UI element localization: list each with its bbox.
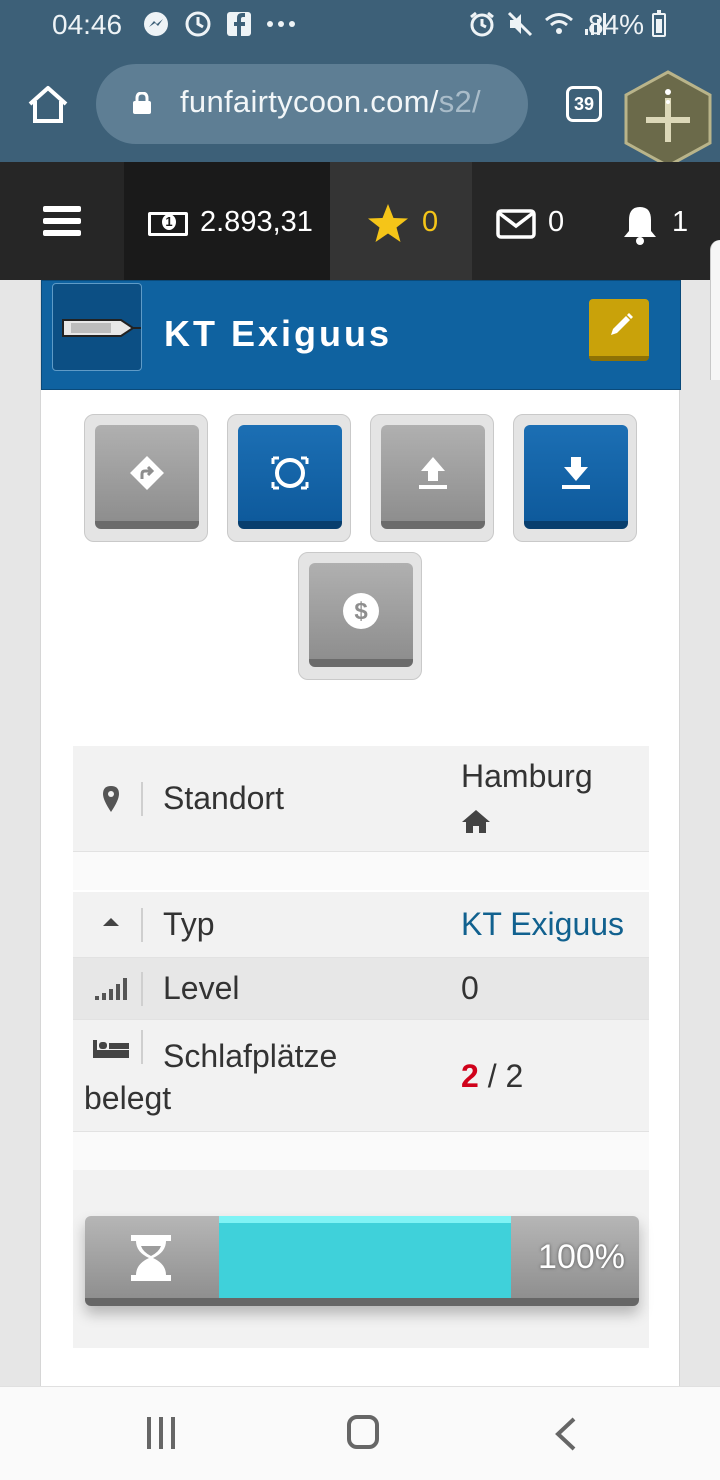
type-link[interactable]: KT Exiguus <box>461 906 624 943</box>
home-icon[interactable] <box>26 84 70 124</box>
location-row: Standort Hamburg <box>73 746 649 852</box>
divider <box>141 908 143 942</box>
signal-bars-icon <box>95 978 127 1000</box>
stars-display[interactable]: 0 <box>330 162 472 280</box>
download-button[interactable] <box>513 414 637 542</box>
level-row: Level 0 <box>73 958 649 1020</box>
beds-label-cont: belegt <box>84 1080 172 1116</box>
messenger-icon <box>144 12 168 36</box>
caret-up-icon <box>103 918 119 926</box>
type-label: Typ <box>163 906 215 942</box>
game-nav-bar: 2.893,31 0 0 1 <box>0 162 720 280</box>
card-title: KT Exiguus <box>164 313 393 354</box>
status-bar: 04:46 84% <box>0 0 720 50</box>
type-row: Typ KT Exiguus <box>73 892 649 958</box>
money-display[interactable]: 2.893,31 <box>124 162 330 280</box>
lock-icon <box>133 92 151 114</box>
card-header: KT Exiguus <box>41 280 681 390</box>
pencil-icon <box>611 313 633 335</box>
back-icon[interactable] <box>554 1417 578 1451</box>
edit-button[interactable] <box>589 299 649 361</box>
dollar-icon: $ <box>343 593 379 629</box>
sell-button[interactable]: $ <box>298 552 422 680</box>
bell-icon <box>624 207 656 245</box>
home-icon <box>462 810 490 833</box>
notifications-count: 1 <box>672 206 689 238</box>
divider <box>141 782 143 816</box>
spacer <box>73 1132 649 1170</box>
facebook-icon <box>227 12 251 36</box>
scrollbar[interactable] <box>710 240 720 380</box>
messages-button[interactable]: 0 <box>472 162 596 280</box>
wifi-icon <box>545 13 573 34</box>
browser-toolbar: funfairtycoon.com/s2/ 39 <box>0 50 720 168</box>
clock-icon <box>185 11 211 37</box>
directions-button[interactable] <box>84 414 208 542</box>
menu-button[interactable] <box>0 162 124 280</box>
location-value: Hamburg <box>461 758 593 794</box>
star-icon <box>368 204 408 242</box>
stars-value: 0 <box>422 206 439 238</box>
beds-label: Schlafplätze <box>163 1038 338 1074</box>
ring-button[interactable] <box>227 414 351 542</box>
hamburger-icon <box>43 206 81 236</box>
beds-value: 2 / 2 <box>461 1058 523 1095</box>
tab-switcher-button[interactable]: 39 <box>566 86 602 122</box>
alarm-icon <box>470 11 494 37</box>
progress-bar: 100% <box>85 1216 639 1306</box>
download-icon <box>562 457 590 489</box>
attraction-thumbnail[interactable] <box>52 283 142 371</box>
battery-percent: 84% <box>587 9 644 40</box>
more-dots-icon <box>267 21 295 27</box>
progress-section: 100% <box>73 1170 649 1348</box>
spacer <box>73 852 649 890</box>
beds-total: / 2 <box>487 1058 524 1094</box>
attraction-card: KT Exiguus $ Standort Hamburg Typ KT Exi… <box>40 280 681 1386</box>
directions-icon <box>130 456 164 490</box>
beds-row: Schlafplätze belegt 2 / 2 <box>73 1020 649 1132</box>
upload-icon <box>419 457 447 489</box>
mute-icon <box>507 11 533 37</box>
progress-fill <box>219 1216 511 1298</box>
hourglass-icon <box>131 1235 171 1281</box>
progress-percent: 100% <box>538 1238 625 1276</box>
money-icon <box>148 212 188 236</box>
beds-used: 2 <box>461 1058 479 1094</box>
url-bar[interactable]: funfairtycoon.com/s2/ <box>96 64 528 144</box>
level-value: 0 <box>461 970 479 1006</box>
money-value: 2.893,31 <box>200 206 313 238</box>
envelope-icon <box>496 209 536 239</box>
bed-icon <box>93 1040 129 1058</box>
url-text: funfairtycoon.com/s2/ <box>180 84 481 119</box>
divider <box>141 1030 143 1064</box>
add-shortcut-icon[interactable] <box>624 70 712 168</box>
map-marker-icon <box>103 786 119 812</box>
divider <box>141 972 143 1006</box>
svg-text:$: $ <box>354 598 368 625</box>
boat-icon <box>62 319 141 337</box>
android-nav-bar <box>0 1386 720 1480</box>
recent-apps-button[interactable] <box>147 1417 179 1449</box>
location-label: Standort <box>163 780 284 816</box>
notifications-button[interactable]: 1 <box>596 162 720 280</box>
status-time: 04:46 <box>52 9 123 40</box>
home-button[interactable] <box>347 1415 379 1449</box>
level-label: Level <box>163 970 240 1006</box>
upload-button[interactable] <box>370 414 494 542</box>
ring-icon <box>271 456 309 490</box>
messages-count: 0 <box>548 206 565 238</box>
battery-icon <box>652 10 666 37</box>
